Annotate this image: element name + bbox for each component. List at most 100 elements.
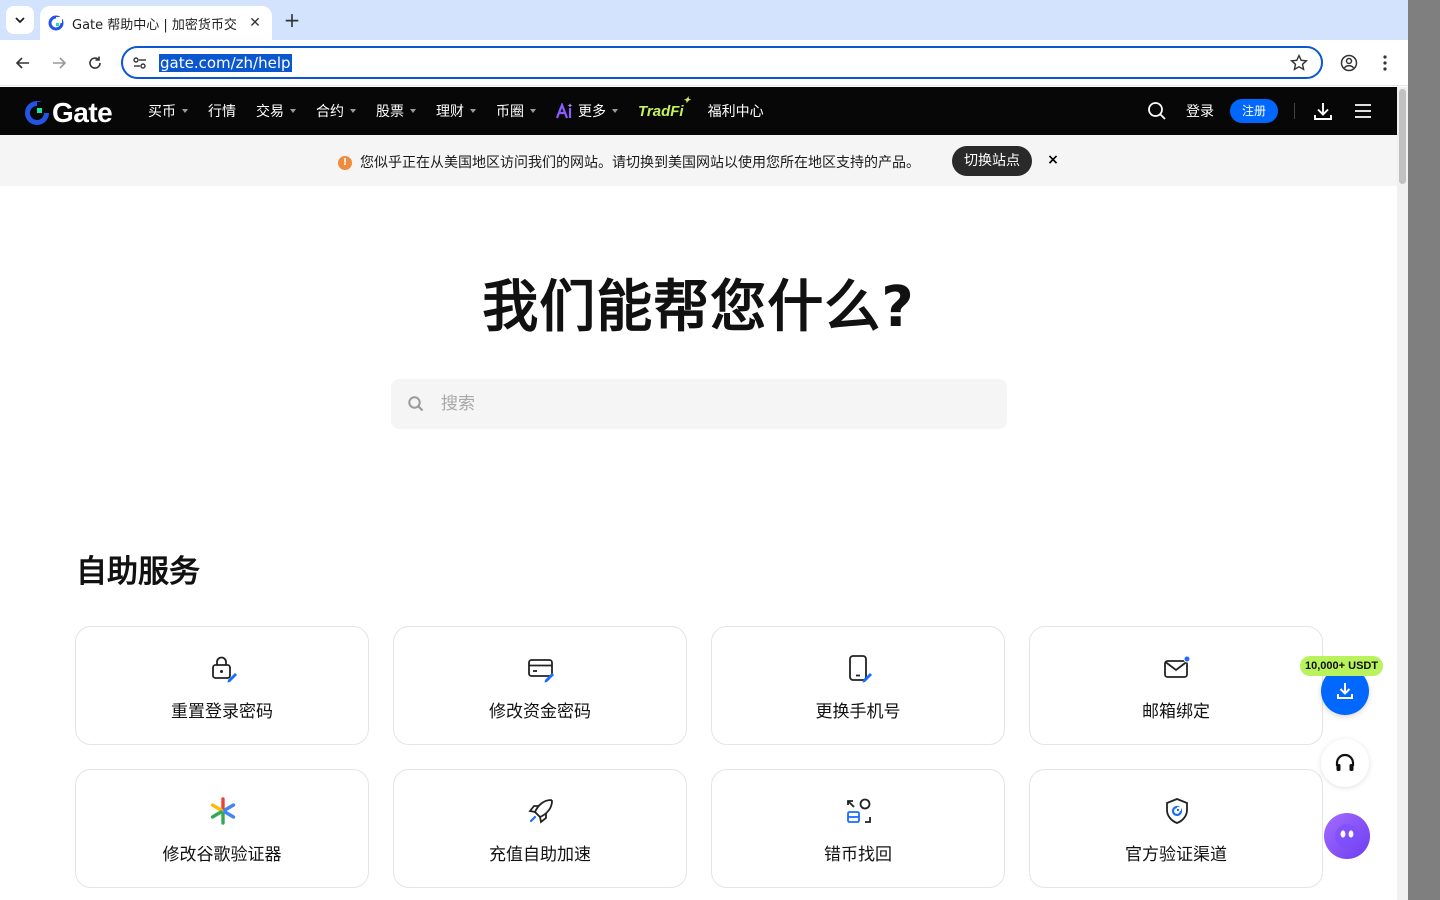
download-icon bbox=[1314, 103, 1332, 120]
nav-earn[interactable]: 理财 bbox=[436, 101, 476, 121]
card-label: 修改谷歌验证器 bbox=[162, 845, 282, 865]
nav-buy-crypto[interactable]: 买币 bbox=[148, 101, 188, 121]
card-official-verification[interactable]: 官方验证渠道 bbox=[1029, 769, 1323, 888]
headphones-icon bbox=[1335, 753, 1355, 771]
card-label: 官方验证渠道 bbox=[1125, 845, 1227, 865]
tab-title: Gate 帮助中心 | 加密货币交 bbox=[72, 17, 237, 33]
nav-label: 币圈 bbox=[496, 104, 524, 120]
caret-down-icon bbox=[612, 109, 618, 113]
profile-icon bbox=[1340, 54, 1358, 72]
nav-futures[interactable]: 合约 bbox=[316, 101, 356, 121]
phone-edit-icon bbox=[849, 655, 872, 683]
nav-trade[interactable]: 交易 bbox=[256, 101, 296, 121]
card-change-google-authenticator[interactable]: 修改谷歌验证器 bbox=[75, 769, 369, 888]
register-button[interactable]: 注册 bbox=[1230, 87, 1279, 135]
caret-down-icon bbox=[530, 109, 536, 113]
card-label: 重置登录密码 bbox=[171, 702, 273, 722]
warning-icon: ! bbox=[338, 156, 352, 170]
chevron-down-icon bbox=[15, 17, 25, 24]
nav-community[interactable]: 币圈 bbox=[496, 101, 536, 121]
browser-toolbar: gate.com/zh/help bbox=[0, 40, 1408, 86]
tab-search-button[interactable] bbox=[6, 6, 34, 34]
login-label: 登录 bbox=[1186, 104, 1214, 120]
bot-face-icon bbox=[1335, 824, 1359, 848]
login-link[interactable]: 登录 bbox=[1186, 87, 1214, 135]
card-change-fund-password[interactable]: 修改资金密码 bbox=[393, 626, 687, 745]
card-label: 邮箱绑定 bbox=[1142, 702, 1210, 722]
browser-menu-button[interactable] bbox=[1374, 52, 1396, 74]
nav-label: 合约 bbox=[316, 104, 344, 120]
close-notice-icon[interactable]: × bbox=[1045, 152, 1061, 168]
search-icon bbox=[1148, 102, 1166, 120]
nav-label: 理财 bbox=[436, 104, 464, 120]
lock-edit-icon bbox=[212, 656, 237, 683]
forward-button[interactable] bbox=[46, 50, 72, 76]
region-notice-bar: ! 您似乎正在从美国地区访问我们的网站。请切换到美国网站以使用您所在地区支持的产… bbox=[0, 135, 1397, 186]
card-label: 更换手机号 bbox=[815, 702, 901, 722]
tab-strip: Gate 帮助中心 | 加密货币交 ✕ + bbox=[0, 0, 1408, 40]
header-download-button[interactable] bbox=[1312, 87, 1334, 135]
screen-gutter bbox=[1408, 0, 1440, 900]
nav-label: 股票 bbox=[376, 104, 404, 120]
kebab-menu-icon bbox=[1383, 55, 1387, 71]
card-label: 错币找回 bbox=[824, 845, 892, 865]
nav-label: 行情 bbox=[208, 104, 236, 120]
url-text[interactable]: gate.com/zh/help bbox=[159, 54, 292, 72]
site-settings-icon[interactable] bbox=[131, 54, 149, 72]
new-tab-button[interactable]: + bbox=[280, 8, 304, 32]
gate-logo[interactable]: Gate bbox=[24, 97, 113, 129]
reward-badge[interactable]: 10,000+ USDT bbox=[1300, 656, 1384, 676]
nav-label: 交易 bbox=[256, 104, 284, 120]
card-wrong-coin-recovery[interactable]: 错币找回 bbox=[711, 769, 1005, 888]
nav-stocks[interactable]: 股票 bbox=[376, 101, 416, 121]
profile-button[interactable] bbox=[1338, 52, 1360, 74]
search-input[interactable] bbox=[441, 379, 981, 429]
card-reset-login-password[interactable]: 重置登录密码 bbox=[75, 626, 369, 745]
header-search-button[interactable] bbox=[1147, 87, 1167, 135]
nav-welfare-center[interactable]: 福利中心 bbox=[708, 101, 764, 121]
nav-tradfi[interactable]: TradFi ✦ bbox=[638, 95, 691, 120]
nav-more[interactable]: 更多 bbox=[556, 101, 618, 121]
ai-icon bbox=[556, 103, 573, 119]
switch-site-button[interactable]: 切换站点 bbox=[952, 146, 1032, 176]
caret-down-icon bbox=[410, 109, 416, 113]
reload-icon bbox=[89, 56, 101, 69]
ai-assistant-button[interactable] bbox=[1324, 813, 1370, 859]
main-nav: 买币 行情 交易 合约 股票 理财 币圈 更多 TradFi ✦ 福利中心 bbox=[148, 87, 784, 135]
shield-icon bbox=[1166, 798, 1188, 824]
star-icon[interactable] bbox=[1289, 53, 1309, 73]
register-label: 注册 bbox=[1230, 99, 1279, 123]
rocket-icon bbox=[528, 799, 553, 824]
sparkle-icon: ✦ bbox=[683, 94, 691, 105]
reload-button[interactable] bbox=[82, 50, 108, 76]
arrow-left-icon bbox=[15, 57, 29, 69]
back-button[interactable] bbox=[10, 50, 36, 76]
scrollbar-thumb[interactable] bbox=[1399, 89, 1406, 184]
caret-down-icon bbox=[470, 109, 476, 113]
customer-support-button[interactable] bbox=[1321, 739, 1369, 787]
logo-text: Gate bbox=[52, 97, 113, 128]
gate-logo-icon bbox=[25, 101, 49, 125]
help-search-box[interactable] bbox=[391, 379, 1007, 429]
browser-tab[interactable]: Gate 帮助中心 | 加密货币交 ✕ bbox=[40, 6, 272, 40]
card-email-binding[interactable]: 邮箱绑定 bbox=[1029, 626, 1323, 745]
page-scrollbar[interactable] bbox=[1397, 87, 1408, 900]
notice-text: 您似乎正在从美国地区访问我们的网站。请切换到美国网站以使用您所在地区支持的产品。 bbox=[360, 155, 920, 171]
arrow-right-icon bbox=[53, 57, 67, 69]
card-label: 充值自助加速 bbox=[489, 845, 591, 865]
address-bar[interactable]: gate.com/zh/help bbox=[121, 46, 1323, 79]
header-divider bbox=[1294, 87, 1295, 135]
header-menu-button[interactable] bbox=[1354, 87, 1372, 135]
close-tab-icon[interactable]: ✕ bbox=[246, 14, 264, 32]
caret-down-icon bbox=[182, 109, 188, 113]
caret-down-icon bbox=[350, 109, 356, 113]
nav-label: 买币 bbox=[148, 104, 176, 120]
card-change-phone[interactable]: 更换手机号 bbox=[711, 626, 1005, 745]
nav-label: 福利中心 bbox=[707, 104, 764, 120]
gate-favicon-icon bbox=[48, 15, 64, 31]
search-icon bbox=[408, 396, 424, 412]
card-deposit-acceleration[interactable]: 充值自助加速 bbox=[393, 769, 687, 888]
nav-label: 更多 bbox=[578, 104, 606, 120]
mail-icon bbox=[1164, 655, 1191, 678]
nav-markets[interactable]: 行情 bbox=[208, 101, 236, 121]
